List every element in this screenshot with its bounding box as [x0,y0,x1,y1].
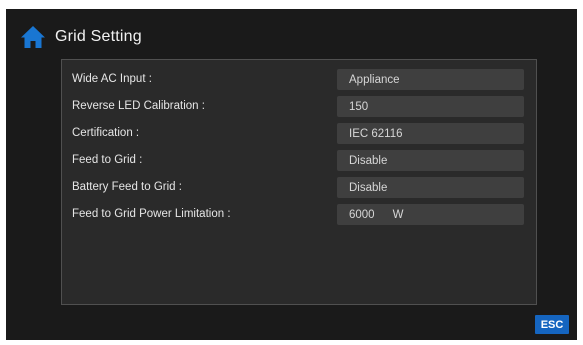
certification-select[interactable]: IEC 62116 [337,123,524,144]
setting-row-feed-to-grid-power-limitation: Feed to Grid Power Limitation : 6000 W [62,204,536,226]
setting-row-battery-feed-to-grid: Battery Feed to Grid : Disable [62,177,536,199]
feed-to-grid-select[interactable]: Disable [337,150,524,171]
setting-label: Wide AC Input : [72,73,152,85]
setting-value: Disable [349,181,388,194]
setting-row-feed-to-grid: Feed to Grid : Disable [62,150,536,172]
setting-label: Reverse LED Calibration : [72,100,205,112]
device-screen: Grid Setting Wide AC Input : Appliance R… [6,9,577,340]
page-title: Grid Setting [55,28,142,45]
feed-to-grid-power-limitation-field[interactable]: 6000 W [337,204,524,225]
setting-value: 150 [349,100,369,113]
home-button[interactable] [19,24,47,50]
setting-value: 6000 [349,208,375,221]
header: Grid Setting [19,23,142,51]
setting-label: Feed to Grid : [72,154,143,166]
unit-label: W [392,208,404,221]
reverse-led-calibration-field[interactable]: 150 [337,96,524,117]
setting-label: Battery Feed to Grid : [72,181,182,193]
setting-row-wide-ac-input: Wide AC Input : Appliance [62,69,536,91]
settings-panel: Wide AC Input : Appliance Reverse LED Ca… [61,59,537,305]
setting-label: Certification : [72,127,140,139]
esc-button[interactable]: ESC [535,315,569,334]
setting-value: Disable [349,154,388,167]
setting-row-certification: Certification : IEC 62116 [62,123,536,145]
setting-label: Feed to Grid Power Limitation : [72,208,231,220]
battery-feed-to-grid-select[interactable]: Disable [337,177,524,198]
setting-value: Appliance [349,73,400,86]
wide-ac-input-select[interactable]: Appliance [337,69,524,90]
setting-row-reverse-led-calibration: Reverse LED Calibration : 150 [62,96,536,118]
home-icon [21,26,45,48]
setting-value: IEC 62116 [349,127,403,140]
